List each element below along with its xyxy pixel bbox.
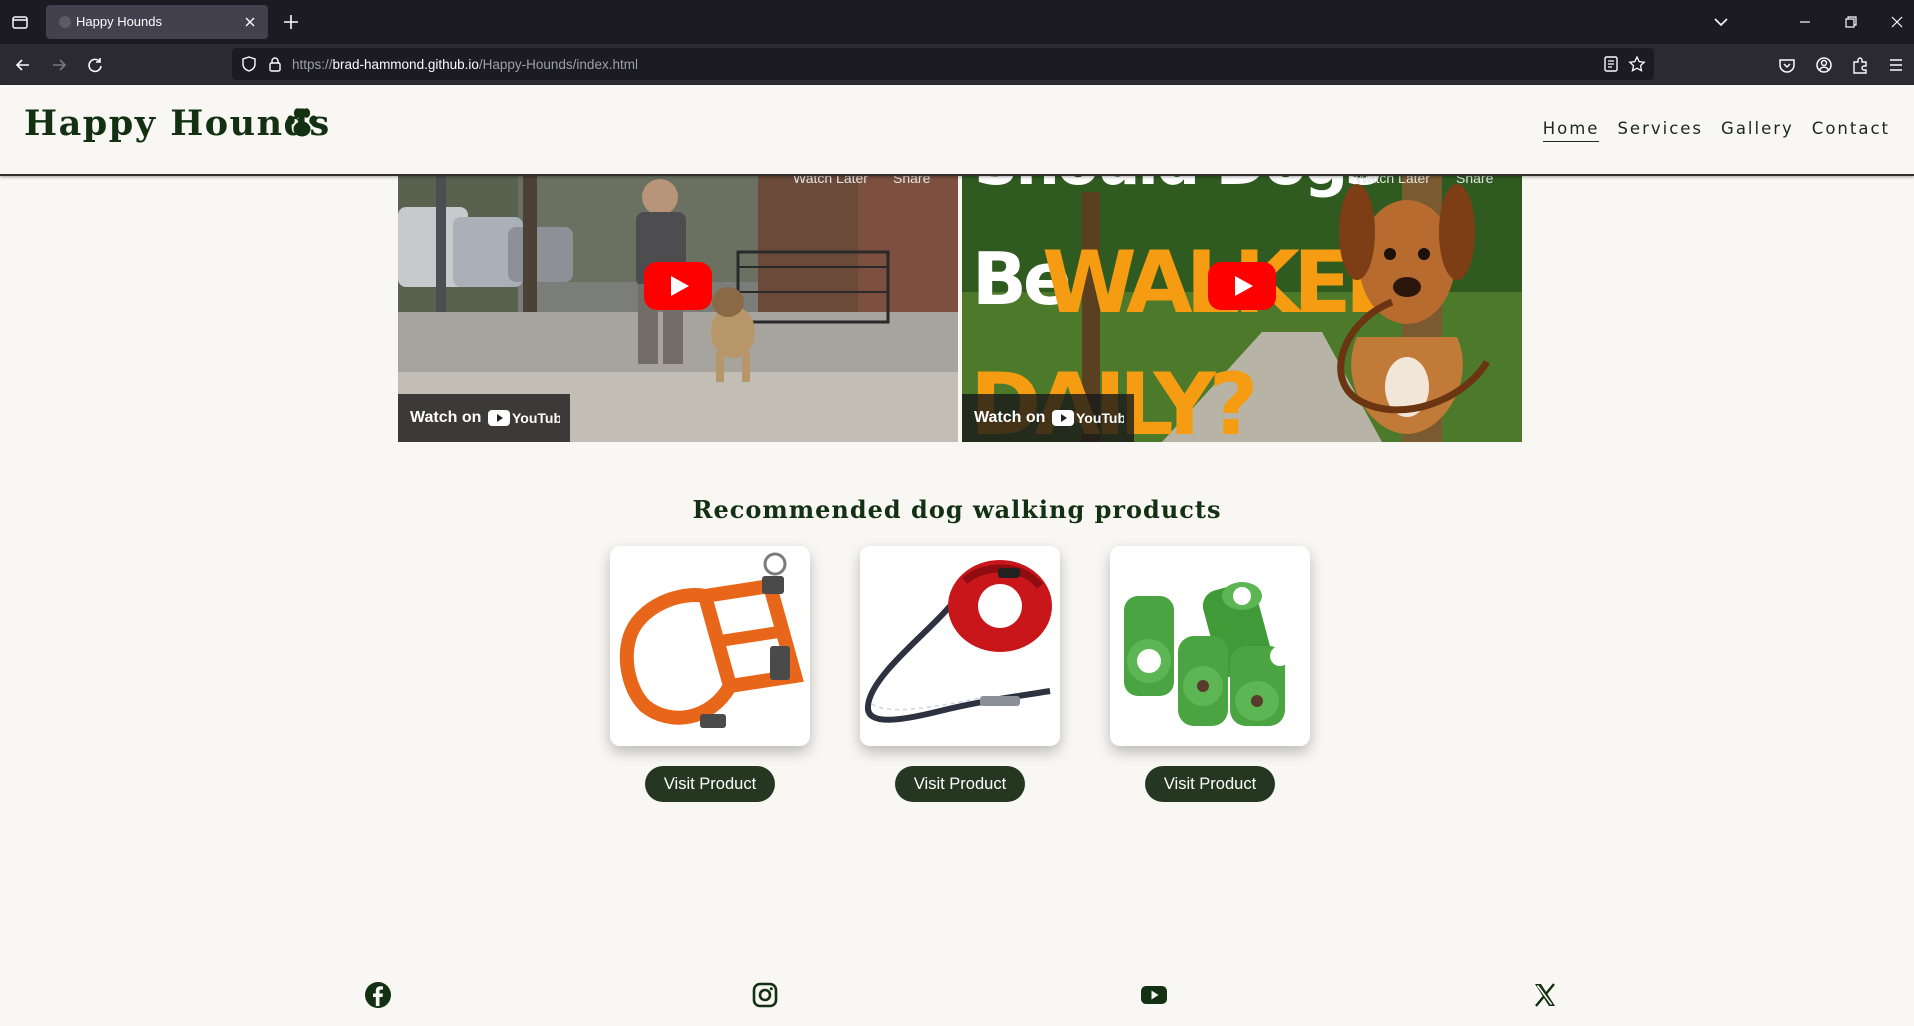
product-card-leash: Visit Product: [860, 546, 1060, 802]
nav-gallery[interactable]: Gallery: [1721, 119, 1794, 142]
svg-text:YouTube: YouTube: [1076, 410, 1124, 426]
product-card-poop-bags: Visit Product: [1110, 546, 1310, 802]
product-image-frame: [610, 546, 810, 746]
product-card-harness: Visit Product: [610, 546, 810, 802]
lock-icon[interactable]: [266, 55, 284, 73]
account-icon[interactable]: [1813, 54, 1835, 76]
video-section: Watch Later Share Watch on YouTube Shoul…: [398, 172, 1522, 442]
main-nav: Home Services Gallery Contact: [1542, 119, 1890, 142]
youtube-logo-icon: YouTube: [1052, 410, 1124, 426]
close-window-icon[interactable]: [1886, 11, 1908, 33]
tab-title: Happy Hounds: [76, 14, 162, 29]
chevron-down-icon[interactable]: [1710, 11, 1732, 33]
watch-on-youtube-button[interactable]: Watch on YouTube: [398, 394, 570, 442]
dog-harness-image: [619, 552, 804, 728]
menu-icon[interactable]: [1885, 54, 1907, 76]
youtube-logo-icon: YouTube: [488, 410, 560, 426]
minimize-icon[interactable]: [1794, 11, 1816, 33]
shield-icon[interactable]: [240, 55, 258, 73]
address-bar[interactable]: https://brad-hammond.github.io/Happy-Hou…: [232, 48, 1654, 80]
product-image-frame: [860, 546, 1060, 746]
reload-icon[interactable]: [84, 54, 106, 76]
browser-tab[interactable]: Happy Hounds: [46, 5, 268, 39]
watch-on-youtube-button[interactable]: Watch on YouTube: [962, 394, 1134, 442]
favicon-icon: [59, 16, 71, 28]
browser-toolbar: https://brad-hammond.github.io/Happy-Hou…: [0, 44, 1914, 85]
youtube-icon[interactable]: [1139, 980, 1169, 1010]
youtube-play-icon[interactable]: [644, 262, 712, 310]
facebook-icon[interactable]: [363, 980, 393, 1010]
footer-socials: [0, 980, 1914, 1020]
youtube-embed-2[interactable]: Should Dogs Be WALKED DAILY? Watch Later…: [962, 172, 1522, 442]
forward-icon[interactable]: [48, 54, 70, 76]
close-tab-icon[interactable]: [240, 12, 260, 32]
browser-tab-bar: Happy Hounds: [0, 0, 1914, 44]
nav-services[interactable]: Services: [1617, 119, 1703, 142]
site-header: Happy Hounds Home Services Gallery Conta…: [0, 85, 1914, 176]
bookmark-star-icon[interactable]: [1628, 55, 1646, 73]
youtube-embed-1[interactable]: Watch Later Share Watch on YouTube: [398, 172, 958, 442]
reader-view-icon[interactable]: [1602, 55, 1620, 73]
retractable-leash-image: [865, 560, 1052, 723]
nav-contact[interactable]: Contact: [1812, 119, 1890, 142]
product-image-frame: [1110, 546, 1310, 746]
visit-product-button[interactable]: Visit Product: [645, 766, 775, 802]
youtube-play-icon[interactable]: [1208, 262, 1276, 310]
instagram-icon[interactable]: [750, 980, 780, 1010]
url-text: https://brad-hammond.github.io/Happy-Hou…: [292, 57, 638, 72]
tab-list-icon[interactable]: [10, 12, 30, 32]
x-icon[interactable]: [1530, 980, 1560, 1010]
paw-icon: [287, 108, 317, 137]
poop-bag-rolls-image: [1124, 582, 1290, 726]
restore-icon[interactable]: [1840, 11, 1862, 33]
thumbnail-text-should-dogs: Should Dogs: [974, 172, 1379, 199]
svg-text:YouTube: YouTube: [512, 410, 560, 426]
nav-home[interactable]: Home: [1542, 119, 1600, 142]
new-tab-icon[interactable]: [280, 11, 302, 33]
extensions-icon[interactable]: [1849, 54, 1871, 76]
products-heading: Recommended dog walking products: [692, 495, 1222, 524]
visit-product-button[interactable]: Visit Product: [1145, 766, 1275, 802]
visit-product-button[interactable]: Visit Product: [895, 766, 1025, 802]
back-icon[interactable]: [12, 54, 34, 76]
pocket-icon[interactable]: [1776, 54, 1798, 76]
